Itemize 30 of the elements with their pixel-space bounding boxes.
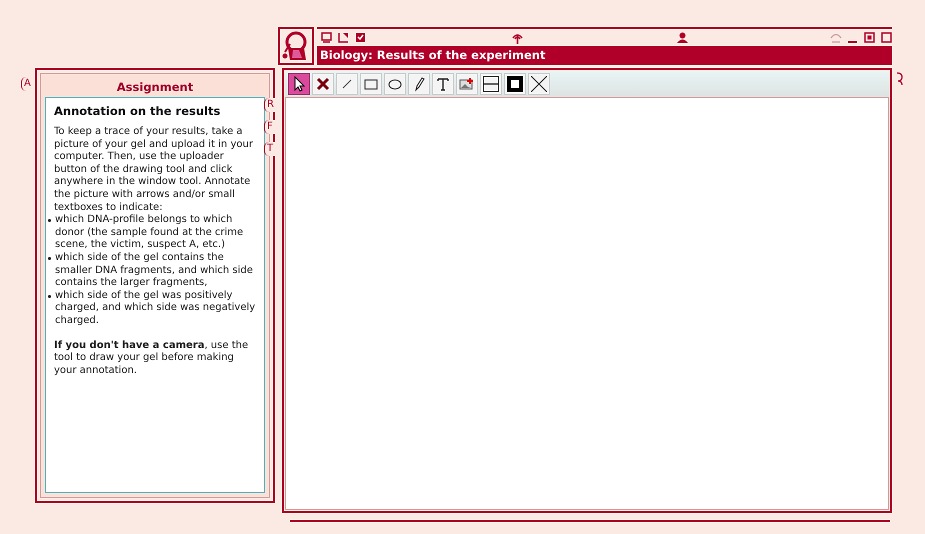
tool-button[interactable] (288, 73, 310, 95)
image-icon (459, 76, 475, 92)
user-icon[interactable] (677, 32, 688, 43)
checkbox-icon[interactable] (355, 32, 366, 43)
side-tab[interactable]: F (264, 120, 275, 134)
screen-icon[interactable] (321, 32, 332, 43)
panel-heading: Assignment (116, 79, 194, 96)
line-style-icon (483, 76, 499, 92)
cross-icon (315, 76, 331, 92)
text-tool-icon (435, 76, 451, 92)
bullet-icon (48, 256, 51, 260)
side-tab[interactable]: T (264, 142, 275, 156)
side-tab[interactable]: A (21, 77, 32, 91)
maximize-icon[interactable] (881, 32, 892, 43)
antenna-icon[interactable] (512, 32, 523, 44)
bullet-text: which DNA-profile belongs to which donor (the sample found at the crime scene, the victim, suspect A, etc.) (55, 214, 244, 252)
corner-icon[interactable] (338, 32, 349, 43)
side-tab[interactable]: R (264, 98, 275, 112)
note-text: If you don't have a camera, use the tool to draw your gel before making your annotation. (54, 340, 250, 378)
fill-icon (507, 76, 523, 92)
no-fill-icon (531, 76, 547, 92)
assignment-title: Annotation on the results (54, 104, 222, 118)
logo-icon (278, 27, 314, 65)
restore-icon[interactable] (864, 32, 875, 43)
window-title: Biology: Results of the experiment (317, 46, 892, 65)
bullet-icon (48, 219, 51, 222)
bracket-icon[interactable] (896, 72, 904, 86)
assignment-text: To keep a trace of your results, take a picture of your gel and upload it in your computer. Then, use the uploader button of the drawing tool and click anywhere in the window tool. Annotate the picture with arrows and/or small textboxes to indicate: (54, 126, 254, 214)
bullet-text: which side of the gel was positively charged, and which side was negatively charged. (55, 290, 256, 328)
bullet-icon (48, 294, 51, 298)
